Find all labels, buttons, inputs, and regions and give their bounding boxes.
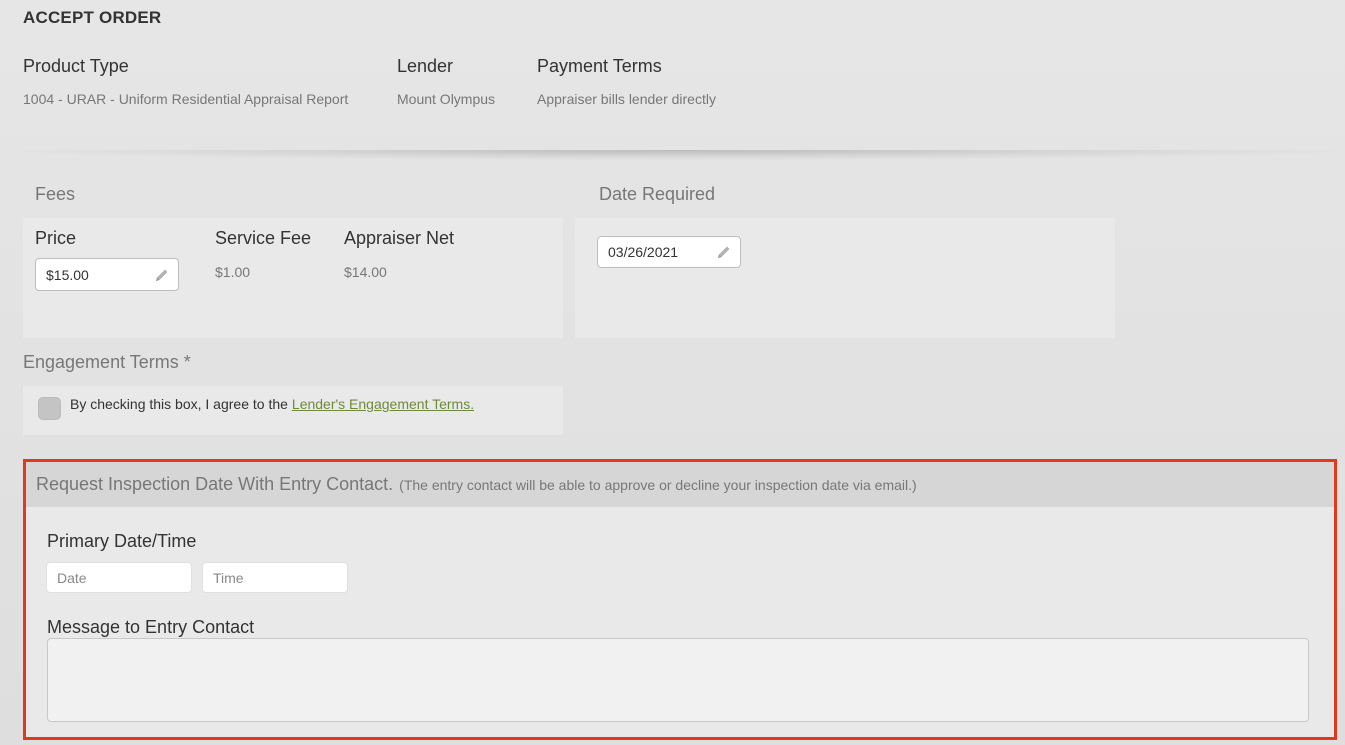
lender-label: Lender [397,56,454,76]
agree-label: By checking this box, I agree to the [70,396,288,412]
inspection-request-title: Request Inspection Date With Entry Conta… [36,474,394,494]
appraiser-net-label: Appraiser Net [344,228,455,248]
date-required-panel: 03/26/2021 [575,218,1115,338]
pencil-icon[interactable] [716,244,732,260]
appraiser-net-value: $14.00 [344,264,387,280]
payment-terms-value: Appraiser bills lender directly [537,91,716,107]
primary-datetime-label: Primary Date/Time [47,531,197,551]
payment-terms-group: Payment Terms Appraiser bills lender dir… [537,56,716,107]
price-input[interactable]: $15.00 [35,258,179,291]
pencil-icon[interactable] [154,267,170,283]
inspection-request-section: Request Inspection Date With Entry Conta… [23,459,1337,740]
primary-date-input[interactable]: Date [46,562,192,593]
engagement-terms-section-label: Engagement Terms * [23,352,191,372]
engagement-terms-link[interactable]: Lender's Engagement Terms. [292,396,474,412]
service-fee-value: $1.00 [215,264,251,280]
price-label: Price [35,228,77,248]
section-divider [23,150,1333,160]
engagement-agree-text: By checking this box, I agree to the Lend… [70,396,474,412]
lender-value: Mount Olympus [397,91,496,107]
date-required-input[interactable]: 03/26/2021 [597,236,741,268]
product-type-group: Product Type 1004 - URAR - Uniform Resid… [23,56,348,107]
product-type-label: Product Type [23,56,129,76]
message-label: Message to Entry Contact [47,617,255,637]
inspection-request-note: (The entry contact will be able to appro… [399,476,917,493]
product-type-value: 1004 - URAR - Uniform Residential Apprai… [23,91,349,107]
service-fee-label: Service Fee [215,228,312,248]
inspection-request-header: Request Inspection Date With Entry Conta… [26,462,1334,507]
primary-time-input[interactable]: Time [202,562,348,593]
primary-date-placeholder: Date [57,569,87,586]
lender-group: Lender Mount Olympus [397,56,495,107]
fees-section-label: Fees [35,184,76,204]
primary-time-placeholder: Time [213,569,244,586]
date-required-section-label: Date Required [599,184,716,204]
price-value: $15.00 [46,266,89,283]
engagement-terms-checkbox[interactable] [38,397,61,420]
message-textarea[interactable] [47,638,1309,722]
page-title: ACCEPT ORDER [23,8,162,27]
date-required-value: 03/26/2021 [608,244,679,260]
payment-terms-label: Payment Terms [537,56,662,76]
fees-panel: Price $15.00 Service Fee $1.00 Appraiser… [23,218,563,338]
